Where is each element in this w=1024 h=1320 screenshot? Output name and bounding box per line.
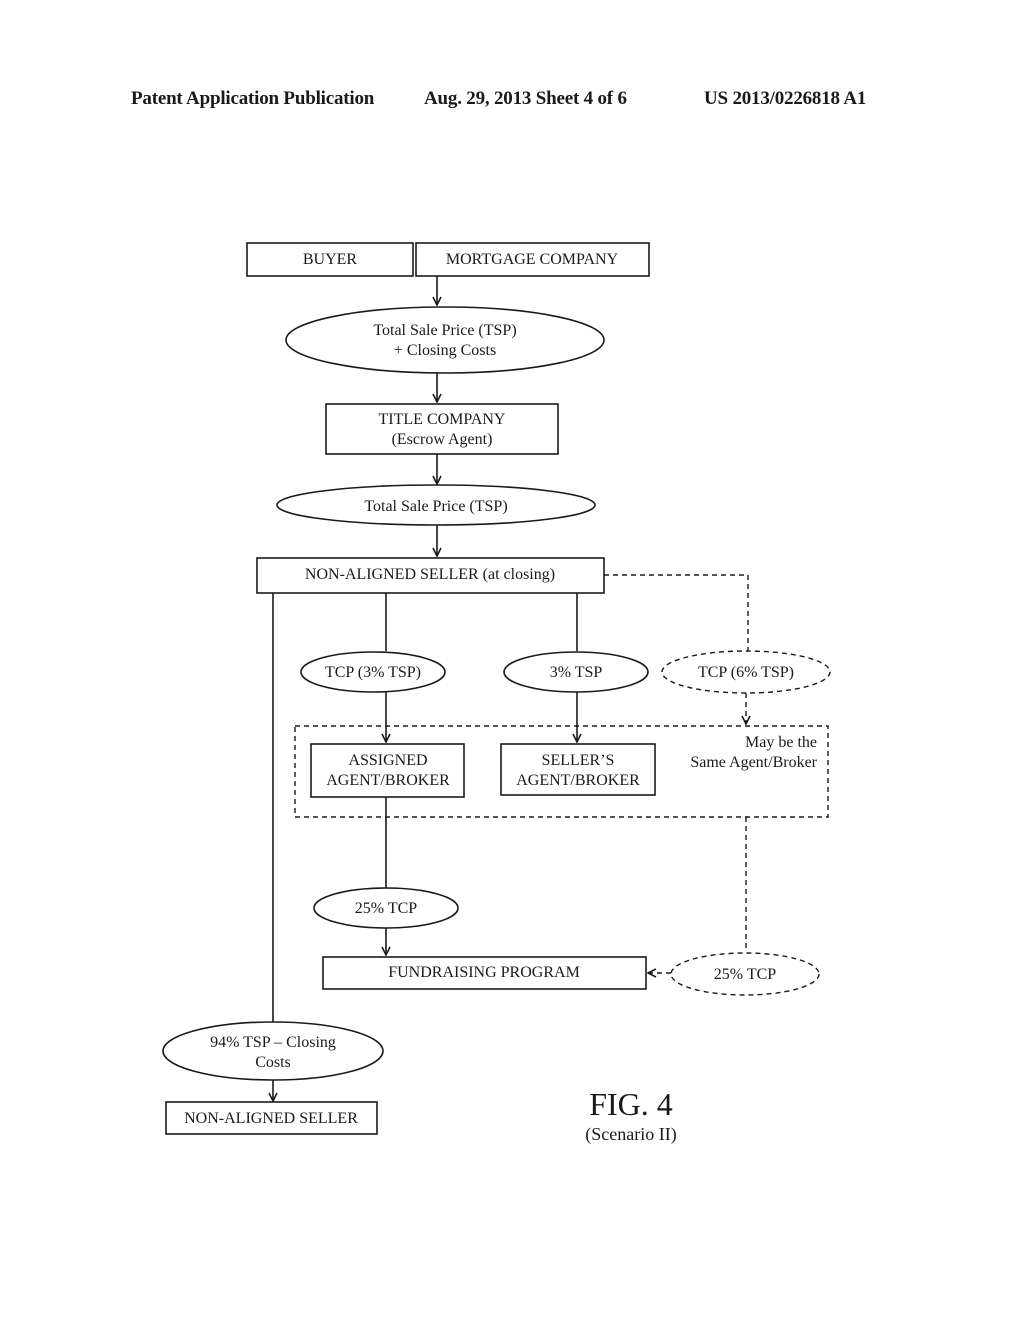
non-aligned-seller-closing-label: NON-ALIGNED SELLER (at closing) xyxy=(305,566,555,583)
tsp-label: Total Sale Price (TSP) xyxy=(364,498,507,515)
tsp-94-ellipse xyxy=(162,1021,384,1081)
buyer-label: BUYER xyxy=(303,251,358,268)
assigned-agent-label-2: AGENT/BROKER xyxy=(326,772,450,789)
sellers-agent-label-2: AGENT/BROKER xyxy=(516,772,640,789)
fundraising-label: FUNDRAISING PROGRAM xyxy=(388,964,580,981)
title-company-label-2: (Escrow Agent) xyxy=(392,431,493,448)
tcp-25-right-label: 25% TCP xyxy=(714,966,776,983)
tcp-25-left-label: 25% TCP xyxy=(355,900,417,917)
assigned-agent-label-1: ASSIGNED xyxy=(348,752,427,769)
tsp-94-label-2: Costs xyxy=(255,1054,291,1071)
tsp-94-label-1: 94% TSP – Closing xyxy=(210,1034,336,1051)
same-agent-note-1: May be the xyxy=(745,734,817,751)
tsp-closing-label-1: Total Sale Price (TSP) xyxy=(373,322,516,339)
tsp-closing-label-2: + Closing Costs xyxy=(394,342,496,359)
dashed-seller-to-tcp6 xyxy=(604,574,749,651)
flow-diagram: BUYER MORTGAGE COMPANY Total Sale Price … xyxy=(162,242,831,1145)
figure-label: FIG. 4 xyxy=(589,1086,673,1122)
title-company-label-1: TITLE COMPANY xyxy=(379,411,506,428)
non-aligned-seller-label: NON-ALIGNED SELLER xyxy=(184,1110,358,1127)
sellers-agent-label-1: SELLER’S xyxy=(542,752,615,769)
tsp-closing-ellipse xyxy=(285,306,605,374)
tsp-3-label: 3% TSP xyxy=(550,664,603,681)
mortgage-company-label: MORTGAGE COMPANY xyxy=(446,251,619,268)
tcp-6-label: TCP (6% TSP) xyxy=(698,664,794,681)
scenario-label: (Scenario II) xyxy=(585,1124,676,1145)
tcp-3-label: TCP (3% TSP) xyxy=(325,664,421,681)
same-agent-note-2: Same Agent/Broker xyxy=(690,754,817,771)
